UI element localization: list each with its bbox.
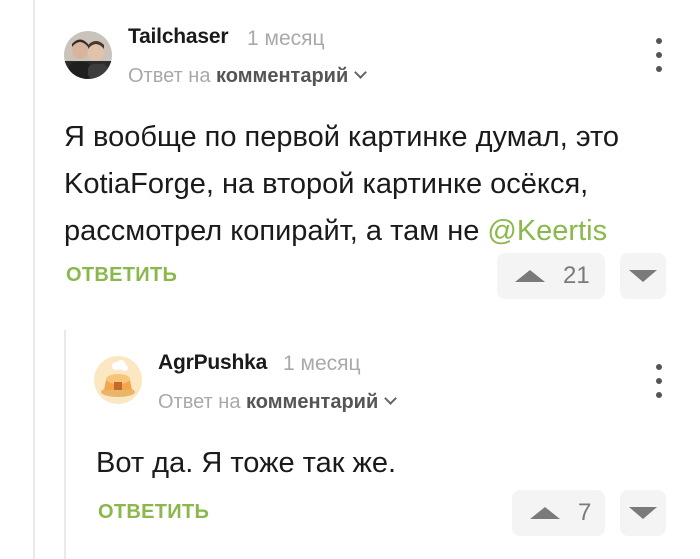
reply-button[interactable]: ОТВЕТИТЬ [98, 501, 209, 524]
author-name[interactable]: AgrPushka [158, 351, 267, 375]
reply-to-prefix: Ответ на [158, 391, 241, 413]
comment-text: Вот да. Я тоже так же. [96, 440, 676, 487]
triangle-up-icon [530, 507, 560, 519]
author-avatar[interactable] [94, 356, 142, 404]
upvote-button[interactable]: 7 [512, 490, 605, 536]
chevron-down-icon [384, 392, 398, 405]
comment-time: 1 месяц [283, 352, 361, 375]
downvote-button[interactable] [620, 490, 666, 536]
rating-count: 7 [578, 499, 592, 526]
triangle-down-icon [629, 507, 657, 519]
reply-to-link[interactable]: Ответ на комментарий [158, 391, 398, 414]
reply-to-target: комментарий [246, 391, 379, 413]
comment-text-line: Вот да. Я тоже так же. [96, 447, 397, 479]
comment-reply-content: AgrPushka 1 месяц Ответ на комментарий В… [0, 0, 700, 559]
more-options-icon[interactable] [654, 364, 664, 398]
pie-avatar-icon [94, 356, 142, 404]
